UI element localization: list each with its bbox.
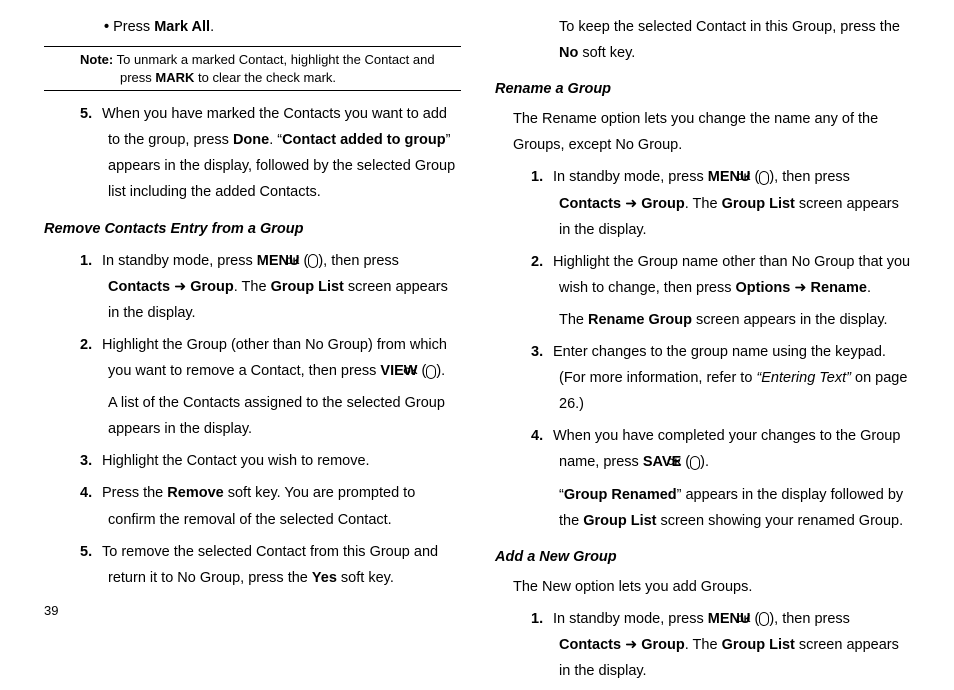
text-bold: Group List bbox=[583, 513, 656, 529]
text-bold: Options bbox=[736, 280, 791, 296]
text: . The bbox=[685, 637, 722, 653]
text-bold: Yes bbox=[312, 570, 337, 586]
page-number: 39 bbox=[44, 599, 58, 622]
text-bold: Remove bbox=[167, 485, 223, 501]
step-number: 2. bbox=[531, 249, 553, 275]
text: To keep the selected Contact in this Gro… bbox=[559, 19, 900, 35]
rename-step-2b: The Rename Group screen appears in the d… bbox=[559, 307, 912, 333]
text: ( bbox=[750, 611, 759, 627]
rename-intro: The Rename option lets you change the na… bbox=[513, 106, 912, 158]
text: Press the bbox=[102, 485, 167, 501]
step-number: 4. bbox=[531, 423, 553, 449]
text: to clear the check mark. bbox=[194, 70, 336, 85]
text: ( bbox=[681, 454, 690, 470]
text: In standby mode, press bbox=[553, 611, 708, 627]
text-bold: Rename bbox=[811, 280, 867, 296]
text: Press bbox=[113, 19, 154, 35]
step-5: 5.When you have marked the Contacts you … bbox=[108, 101, 461, 205]
add-step-1: 1.In standby mode, press MENU (OK), then… bbox=[559, 606, 912, 684]
text: screen showing your renamed Group. bbox=[657, 513, 904, 529]
text: When you have completed your changes to … bbox=[553, 428, 900, 470]
text-bold: Contacts bbox=[108, 279, 170, 295]
text: . bbox=[210, 19, 214, 35]
add-intro: The New option lets you add Groups. bbox=[513, 574, 912, 600]
step-number: 5. bbox=[80, 539, 102, 565]
text: ➜ bbox=[790, 280, 810, 296]
text-bold: Contacts bbox=[559, 637, 621, 653]
rename-step-1: 1.In standby mode, press MENU (OK), then… bbox=[559, 164, 912, 242]
bullet-mark-all: Press Mark All. bbox=[116, 14, 461, 40]
text-bold: Contacts bbox=[559, 196, 621, 212]
text-bold: Group List bbox=[722, 637, 795, 653]
text-bold: MARK bbox=[155, 70, 194, 85]
text-bold: Rename Group bbox=[588, 312, 692, 328]
text-bold: Group List bbox=[271, 279, 344, 295]
note-label: Note: bbox=[80, 52, 113, 67]
text: ). bbox=[436, 363, 445, 379]
text-bold: Done bbox=[233, 132, 269, 148]
left-column: Press Mark All. Note: To unmark a marked… bbox=[44, 8, 461, 690]
text: ). bbox=[700, 454, 709, 470]
step-number: 1. bbox=[80, 248, 102, 274]
keep-contact-text: To keep the selected Contact in this Gro… bbox=[559, 14, 912, 66]
text: The bbox=[559, 312, 588, 328]
text: ), then press bbox=[318, 253, 399, 269]
text: ➜ bbox=[621, 196, 641, 212]
ok-icon: OK bbox=[426, 365, 436, 379]
text: ( bbox=[750, 169, 759, 185]
text: ( bbox=[299, 253, 308, 269]
rename-step-4b: “Group Renamed” appears in the display f… bbox=[559, 482, 912, 534]
ok-icon: OK bbox=[308, 254, 318, 268]
text: ➜ bbox=[621, 637, 641, 653]
rename-step-2: 2.Highlight the Group name other than No… bbox=[559, 249, 912, 301]
note-box: Note: To unmark a marked Contact, highli… bbox=[44, 46, 461, 91]
ok-icon: OK bbox=[690, 456, 700, 470]
step-number: 5. bbox=[80, 101, 102, 127]
text: . “ bbox=[269, 132, 282, 148]
text-bold: Mark All bbox=[154, 19, 210, 35]
rename-step-3: 3.Enter changes to the group name using … bbox=[559, 339, 912, 417]
remove-step-1: 1.In standby mode, press MENU (OK), then… bbox=[108, 248, 461, 326]
right-column: To keep the selected Contact in this Gro… bbox=[495, 8, 912, 690]
text: ), then press bbox=[769, 611, 850, 627]
text-bold: No bbox=[559, 45, 578, 61]
remove-step-4: 4.Press the Remove soft key. You are pro… bbox=[108, 480, 461, 532]
text: Highlight the Contact you wish to remove… bbox=[102, 453, 370, 469]
text-bold: Contact added to group bbox=[282, 132, 446, 148]
text: . The bbox=[234, 279, 271, 295]
heading-rename: Rename a Group bbox=[495, 76, 912, 102]
text: ), then press bbox=[769, 169, 850, 185]
text: In standby mode, press bbox=[102, 253, 257, 269]
text: soft key. bbox=[578, 45, 635, 61]
text-bold: Group bbox=[641, 196, 685, 212]
text: screen appears in the display. bbox=[692, 312, 888, 328]
text: ( bbox=[417, 363, 426, 379]
step-number: 1. bbox=[531, 606, 553, 632]
remove-step-5: 5.To remove the selected Contact from th… bbox=[108, 539, 461, 591]
text-bold: Group List bbox=[722, 196, 795, 212]
text-bold: Group bbox=[190, 279, 234, 295]
rename-step-4: 4.When you have completed your changes t… bbox=[559, 423, 912, 475]
remove-step-3: 3.Highlight the Contact you wish to remo… bbox=[108, 448, 461, 474]
step-number: 2. bbox=[80, 332, 102, 358]
step-number: 3. bbox=[531, 339, 553, 365]
text-bold: Group Renamed bbox=[564, 487, 677, 503]
text-italic: “Entering Text” bbox=[756, 370, 855, 386]
step-number: 4. bbox=[80, 480, 102, 506]
heading-remove: Remove Contacts Entry from a Group bbox=[44, 216, 461, 242]
remove-step-2: 2.Highlight the Group (other than No Gro… bbox=[108, 332, 461, 384]
text: In standby mode, press bbox=[553, 169, 708, 185]
page: Press Mark All. Note: To unmark a marked… bbox=[0, 0, 954, 690]
text: . bbox=[867, 280, 871, 296]
text: ➜ bbox=[170, 279, 190, 295]
step-number: 3. bbox=[80, 448, 102, 474]
step-number: 1. bbox=[531, 164, 553, 190]
ok-icon: OK bbox=[759, 612, 769, 626]
text: soft key. bbox=[337, 570, 394, 586]
heading-add: Add a New Group bbox=[495, 544, 912, 570]
ok-icon: OK bbox=[759, 171, 769, 185]
remove-step-2b: A list of the Contacts assigned to the s… bbox=[108, 390, 461, 442]
text-bold: Group bbox=[641, 637, 685, 653]
text: . The bbox=[685, 196, 722, 212]
